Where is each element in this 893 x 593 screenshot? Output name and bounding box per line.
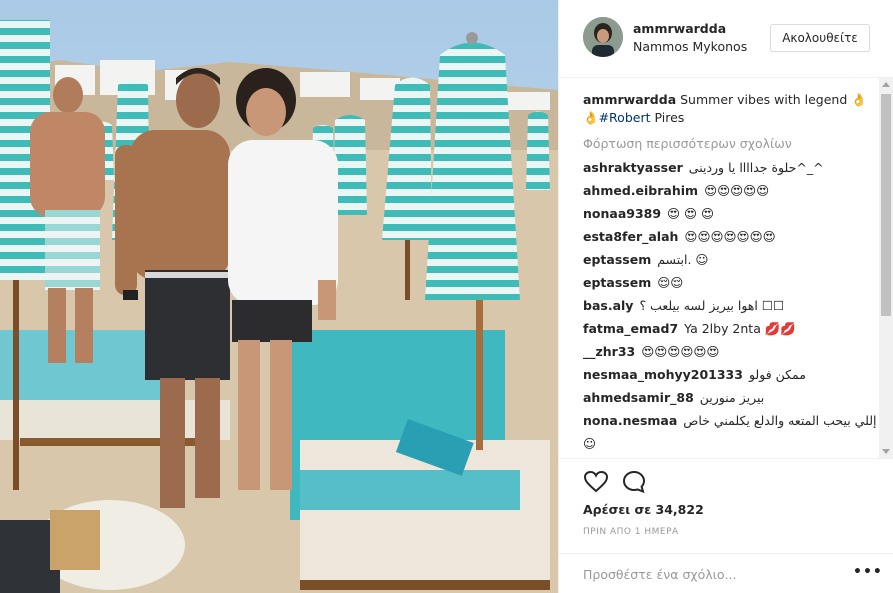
comment-username[interactable]: ahmedsamir_88 xyxy=(583,390,694,405)
heart-icon[interactable] xyxy=(583,469,609,495)
comment-item: bas.aly اهوا بيريز لسه بيلعب ؟ ☐☐ xyxy=(583,297,879,315)
comment-item: esta8fer_alah 😍😍😍😍😍😍😍 xyxy=(583,228,879,246)
comment-text: 😌😌 xyxy=(657,275,684,290)
caption-text-2: 👌 xyxy=(583,110,599,125)
scroll-down-arrow-icon[interactable] xyxy=(882,449,890,454)
comment-username[interactable]: fatma_emad7 xyxy=(583,321,678,336)
comment-text: حلوة جداااا يا وردينى^_^ xyxy=(688,160,824,175)
comment-item: ahmedsamir_88 بيريز منورين xyxy=(583,389,879,407)
post-location[interactable]: Nammos Mykonos xyxy=(633,39,747,54)
comment-bubble-icon[interactable] xyxy=(621,469,647,495)
comment-text: اهوا بيريز لسه بيلعب ؟ ☐☐ xyxy=(639,298,785,313)
comment-text: 😍😍😍😍😍😍 xyxy=(641,344,720,359)
comment-text: ابتسم. ☺ xyxy=(657,252,709,267)
comment-username[interactable]: bas.aly xyxy=(583,298,633,313)
comment-item: ashraktyasser حلوة جداااا يا وردينى^_^ xyxy=(583,159,879,177)
caption-hashtag[interactable]: #Robert xyxy=(599,110,651,125)
comment-username[interactable]: eptassem xyxy=(583,252,651,267)
post-caption: ammrwardda Summer vibes with legend 👌 👌#… xyxy=(583,91,879,127)
caption-rest: Pires xyxy=(650,110,685,125)
comment-item: nonaa9389 😍 😍 😍 xyxy=(583,205,879,223)
beach-photo-illustration xyxy=(0,0,558,593)
avatar-image xyxy=(583,17,623,57)
caption-text: Summer vibes with legend 👌 xyxy=(680,92,867,107)
comment-username[interactable]: nona.nesmaa xyxy=(583,413,677,428)
comment-username[interactable]: esta8fer_alah xyxy=(583,229,678,244)
comment-text: بيريز منورين xyxy=(699,390,765,405)
comment-text: إللي بيحب المتعه والدلع يكلمني خاص xyxy=(683,413,877,428)
comment-username[interactable]: nonaa9389 xyxy=(583,206,661,221)
post-side-panel: ammrwardda Nammos Mykonos Ακολουθείτε am… xyxy=(558,0,893,593)
comment-item: eptassem 😌😌 xyxy=(583,274,879,292)
comment-item: fatma_emad7 Ya 2lby 2nta 💋💋 xyxy=(583,320,879,338)
comment-item: nesmaa_mohyy201333 ممكن فولو xyxy=(583,366,879,384)
comment-username[interactable]: ahmed.eibrahim xyxy=(583,183,698,198)
comment-text: ☺ xyxy=(583,436,597,451)
avatar[interactable] xyxy=(583,17,623,57)
post-timestamp[interactable]: ΠΡΙΝ ΑΠΟ 1 ΗΜΕΡΑ xyxy=(583,527,679,537)
scroll-up-arrow-icon[interactable] xyxy=(882,82,890,87)
comment-item: ahmed.eibrahim 😍😍😍😍😍 xyxy=(583,182,879,200)
comment-input[interactable] xyxy=(583,564,823,584)
comment-username[interactable]: __zhr33 xyxy=(583,344,635,359)
scrollbar-thumb[interactable] xyxy=(881,94,891,316)
comment-item: __zhr33 😍😍😍😍😍😍 xyxy=(583,343,879,361)
add-comment-bar: ••• xyxy=(559,553,893,593)
comment-item: ☺ xyxy=(583,435,879,453)
comment-text: Ya 2lby 2nta 💋💋 xyxy=(684,321,796,336)
following-button[interactable]: Ακολουθείτε xyxy=(770,24,870,52)
comment-text: 😍😍😍😍😍😍😍 xyxy=(684,229,776,244)
comment-username[interactable]: eptassem xyxy=(583,275,651,290)
more-options-icon[interactable]: ••• xyxy=(853,565,882,582)
caption-username[interactable]: ammrwardda xyxy=(583,92,676,107)
comment-text: 😍😍😍😍😍 xyxy=(704,183,770,198)
comment-text: ممكن فولو xyxy=(748,367,806,382)
comments-list[interactable]: ammrwardda Summer vibes with legend 👌 👌#… xyxy=(559,78,893,458)
comment-item: nona.nesmaa إللي بيحب المتعه والدلع يكلمن… xyxy=(583,412,879,430)
comment-item: eptassem ابتسم. ☺ xyxy=(583,251,879,269)
post-username[interactable]: ammrwardda xyxy=(633,21,726,36)
post-actions: Αρέσει σε 34,822 ΠΡΙΝ ΑΠΟ 1 ΗΜΕΡΑ xyxy=(559,458,893,558)
comment-username[interactable]: ashraktyasser xyxy=(583,160,683,175)
load-more-comments-link[interactable]: Φόρτωση περισσότερων σχολίων xyxy=(583,135,879,153)
post-header: ammrwardda Nammos Mykonos Ακολουθείτε xyxy=(559,0,893,78)
comment-text: 😍 😍 😍 xyxy=(667,206,715,221)
likes-count[interactable]: Αρέσει σε 34,822 xyxy=(583,502,704,517)
comment-username[interactable]: nesmaa_mohyy201333 xyxy=(583,367,743,382)
post-photo[interactable] xyxy=(0,0,558,593)
comments-scrollbar[interactable] xyxy=(879,78,893,458)
